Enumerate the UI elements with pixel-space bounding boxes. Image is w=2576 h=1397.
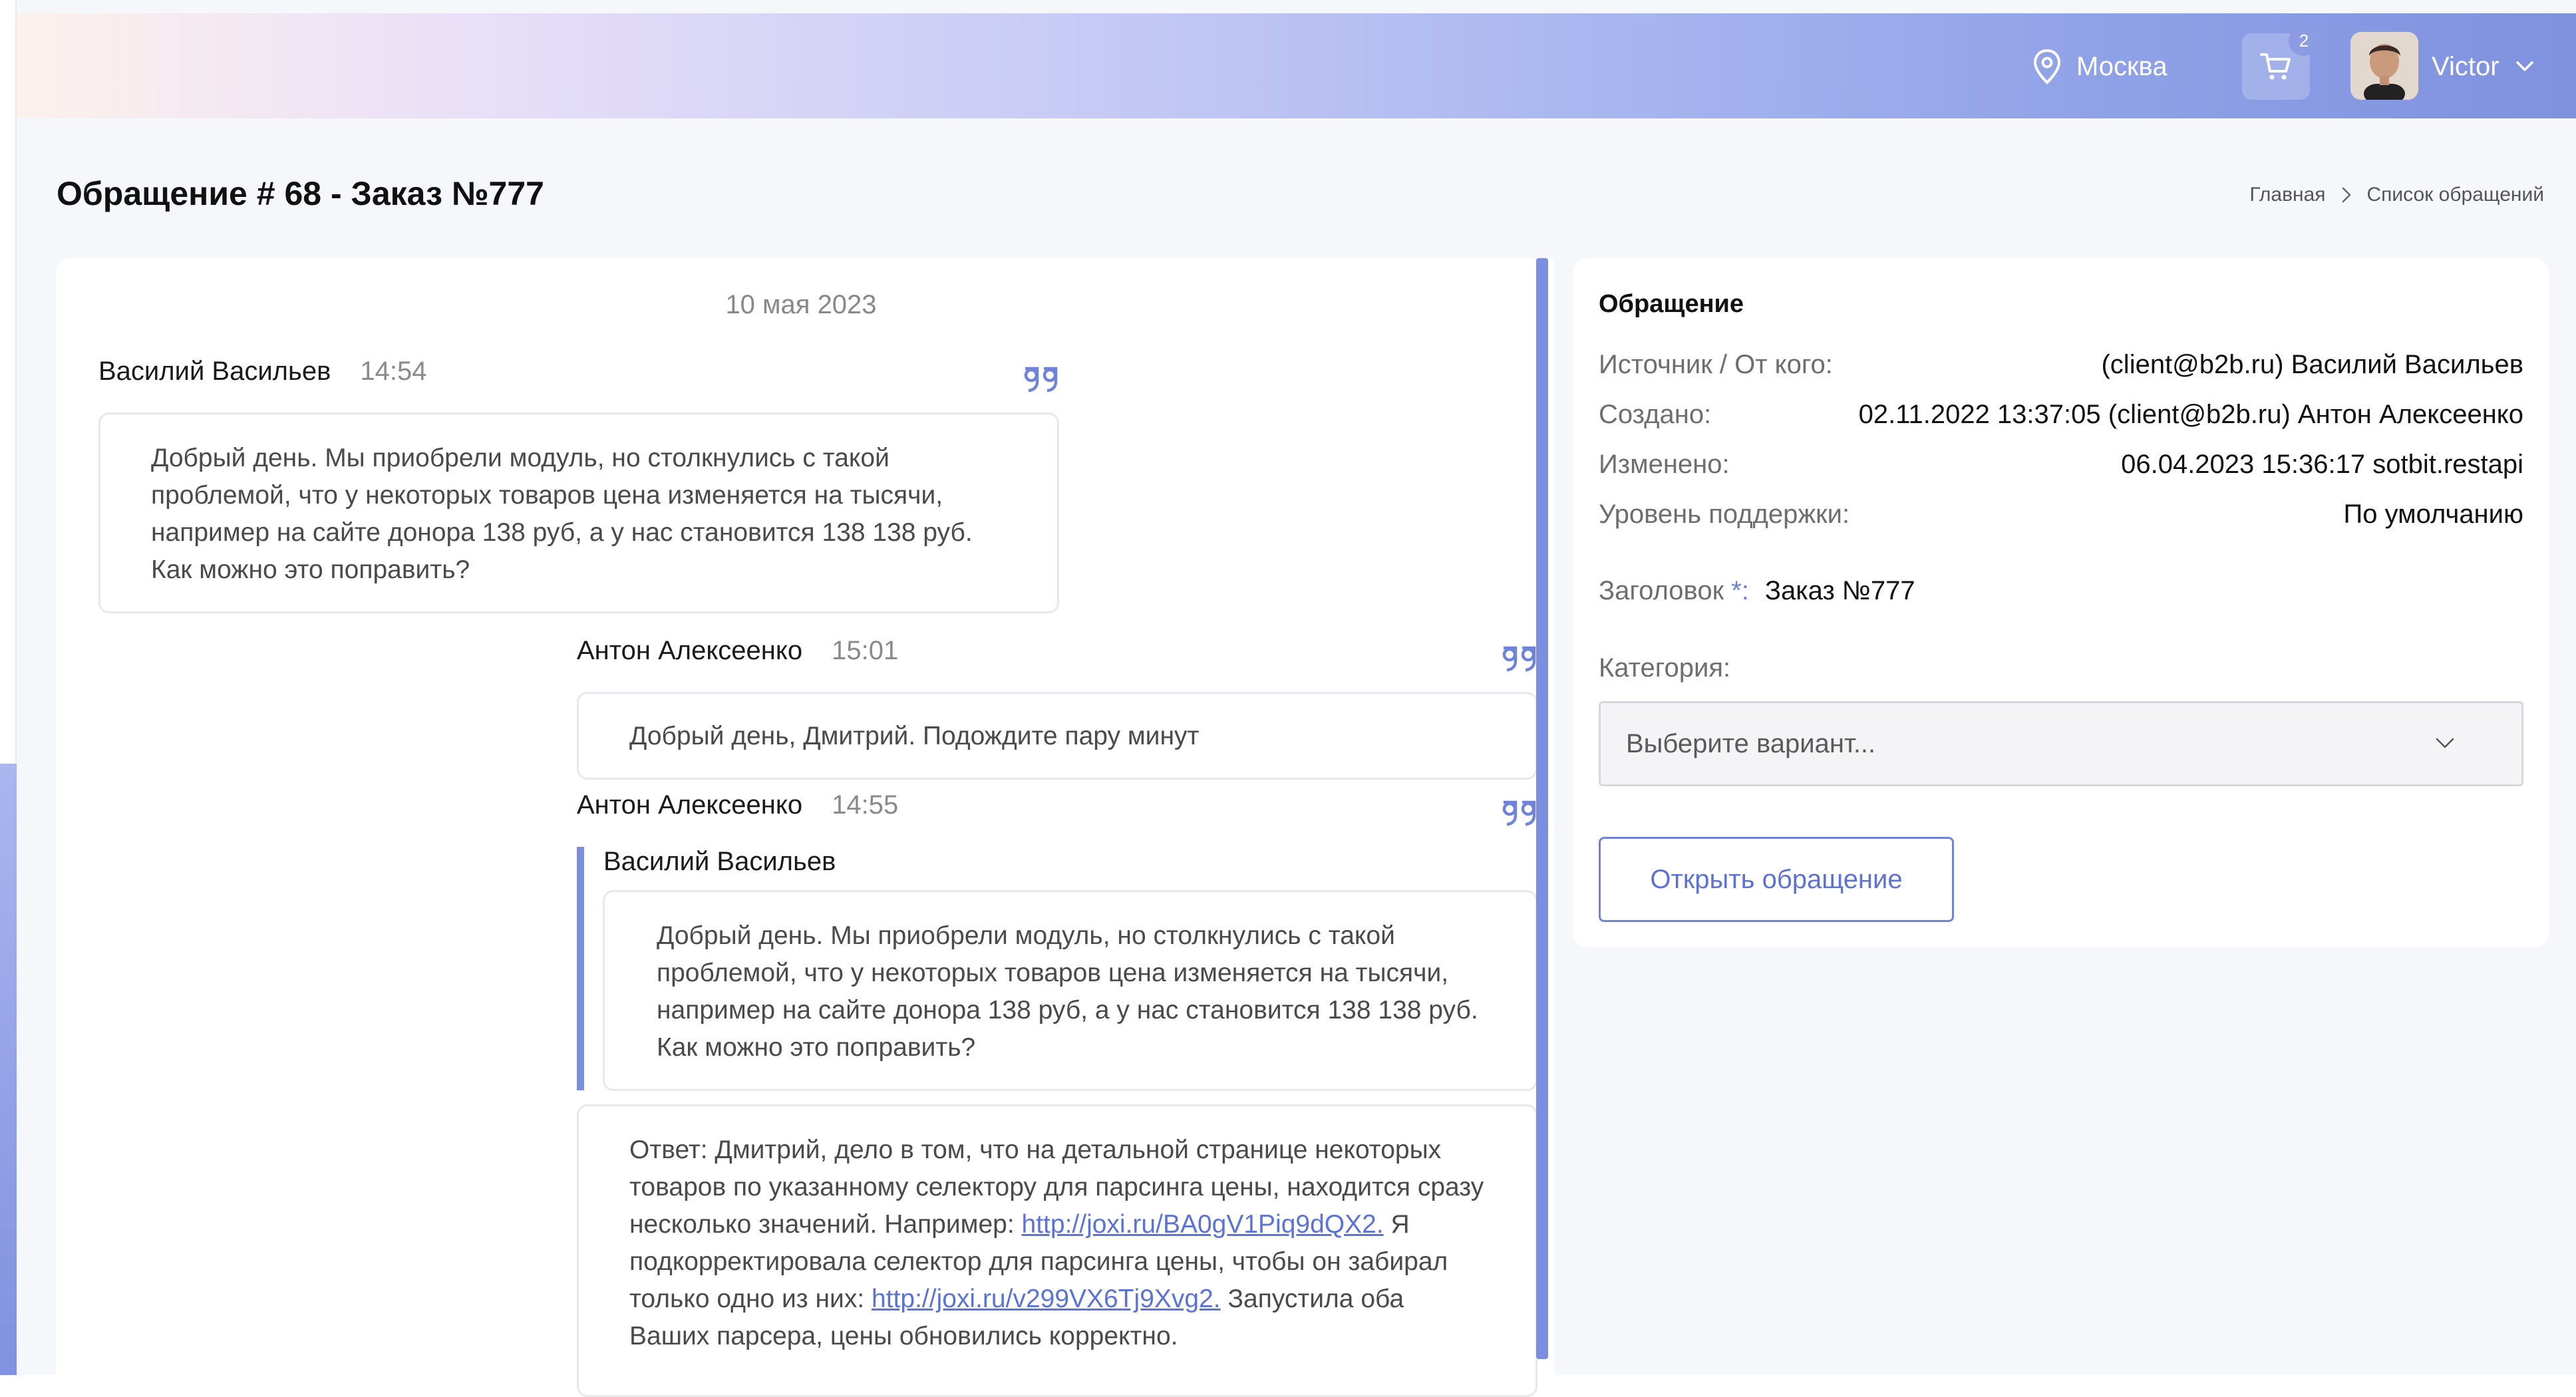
quote-icon[interactable] [1023, 366, 1058, 392]
user-name-label: Victor [2432, 51, 2499, 81]
info-value: 06.04.2023 15:36:17 sotbit.restapi [2121, 450, 2523, 479]
info-row-created: Создано: 02.11.2022 13:37:05 (client@b2b… [1599, 400, 2523, 430]
info-value: 02.11.2022 13:37:05 (client@b2b.ru) Анто… [1858, 400, 2523, 429]
message-header: Антон Алексеенко 14:55 [577, 790, 898, 820]
page-title: Обращение # 68 - Заказ №777 [57, 175, 544, 212]
info-label: Источник / От кого: [1599, 350, 1833, 379]
reply-message-bubble: Ответ: Дмитрий, дело в том, что на детал… [577, 1104, 1537, 1397]
breadcrumb-current[interactable]: Список обращений [2367, 184, 2545, 206]
breadcrumb: Главная Список обращений [2249, 184, 2544, 206]
info-row-support-level: Уровень поддержки: По умолчанию [1599, 500, 2523, 530]
city-label: Москва [2076, 51, 2168, 81]
category-label: Категория: [1599, 653, 1731, 683]
quoted-author: Василий Васильев [603, 847, 836, 876]
message-author: Василий Васильев [98, 357, 331, 386]
user-avatar[interactable] [2350, 32, 2418, 100]
chevron-down-icon [2515, 61, 2533, 71]
message-bubble: Добрый день. Мы приобрели модуль, но сто… [98, 412, 1059, 613]
message-text: Добрый день. Мы приобрели модуль, но сто… [151, 444, 973, 584]
subject-label-group: Заголовок *: [1599, 576, 1749, 606]
info-title: Обращение [1599, 290, 1744, 318]
info-row-modified: Изменено: 06.04.2023 15:36:17 sotbit.res… [1599, 450, 2523, 480]
chat-panel: 10 мая 2023 Василий Васильев 14:54 Добры… [56, 258, 1554, 1397]
ticket-info-panel: Обращение Источник / От кого: (client@b2… [1573, 258, 2549, 947]
open-ticket-button[interactable]: Открыть обращение [1599, 837, 1954, 922]
quote-bar [577, 847, 584, 1090]
subject-row: Заголовок *: Заказ №777 [1599, 576, 1915, 606]
reply-link[interactable]: http://joxi.ru/v299VX6Tj9Xvg2. [872, 1285, 1221, 1313]
message-header: Антон Алексеенко 15:01 [577, 636, 898, 666]
message-text: Добрый день, Дмитрий. Подождите пару мин… [629, 722, 1200, 750]
chat-date: 10 мая 2023 [725, 290, 877, 319]
chevron-down-icon [2436, 738, 2454, 748]
required-star: *: [1731, 576, 1749, 605]
info-row-source: Источник / От кого: (client@b2b.ru) Васи… [1599, 350, 2523, 380]
message-bubble: Добрый день, Дмитрий. Подождите пару мин… [577, 692, 1537, 780]
subject-value: Заказ №777 [1764, 576, 1915, 605]
info-label: Уровень поддержки: [1599, 500, 1850, 529]
info-label: Изменено: [1599, 450, 1730, 479]
top-header: Москва 2 Victor [17, 13, 2576, 118]
breadcrumb-home-link[interactable]: Главная [2249, 184, 2325, 206]
message-time: 14:55 [832, 790, 899, 820]
info-label: Создано: [1599, 400, 1712, 429]
quoted-message-text: Добрый день. Мы приобрели модуль, но сто… [657, 921, 1478, 1062]
category-select[interactable]: Выберите вариант... [1599, 701, 2523, 786]
cart-icon [2260, 53, 2291, 80]
quote-icon[interactable] [1501, 645, 1537, 672]
message-author: Антон Алексеенко [577, 636, 803, 665]
info-value: По умолчанию [2343, 500, 2523, 529]
left-edge-accent [0, 764, 17, 1375]
city-selector[interactable]: Москва [2032, 47, 2168, 86]
chat-scrollbar[interactable] [1536, 258, 1548, 1359]
reply-link[interactable]: http://joxi.ru/BA0gV1Piq9dQX2. [1022, 1210, 1384, 1239]
quote-icon[interactable] [1501, 800, 1537, 826]
app: Москва 2 Victor Обращение # 68 - Заказ №… [17, 0, 2576, 1397]
quoted-message-bubble: Добрый день. Мы приобрели модуль, но сто… [603, 890, 1537, 1091]
cart-count-badge: 2 [2289, 25, 2319, 56]
subject-label: Заголовок [1599, 576, 1724, 605]
message-time: 15:01 [832, 636, 899, 665]
chevron-right-icon [2342, 187, 2351, 203]
location-pin-icon [2033, 49, 2061, 84]
message-author: Антон Алексеенко [577, 790, 803, 820]
avatar-photo [2350, 32, 2418, 100]
message-time: 14:54 [360, 357, 427, 386]
message-header: Василий Васильев 14:54 [98, 357, 426, 387]
user-menu[interactable]: Victor [2432, 47, 2534, 86]
info-value: (client@b2b.ru) Василий Васильев [2101, 350, 2523, 379]
category-placeholder: Выберите вариант... [1626, 728, 1876, 758]
